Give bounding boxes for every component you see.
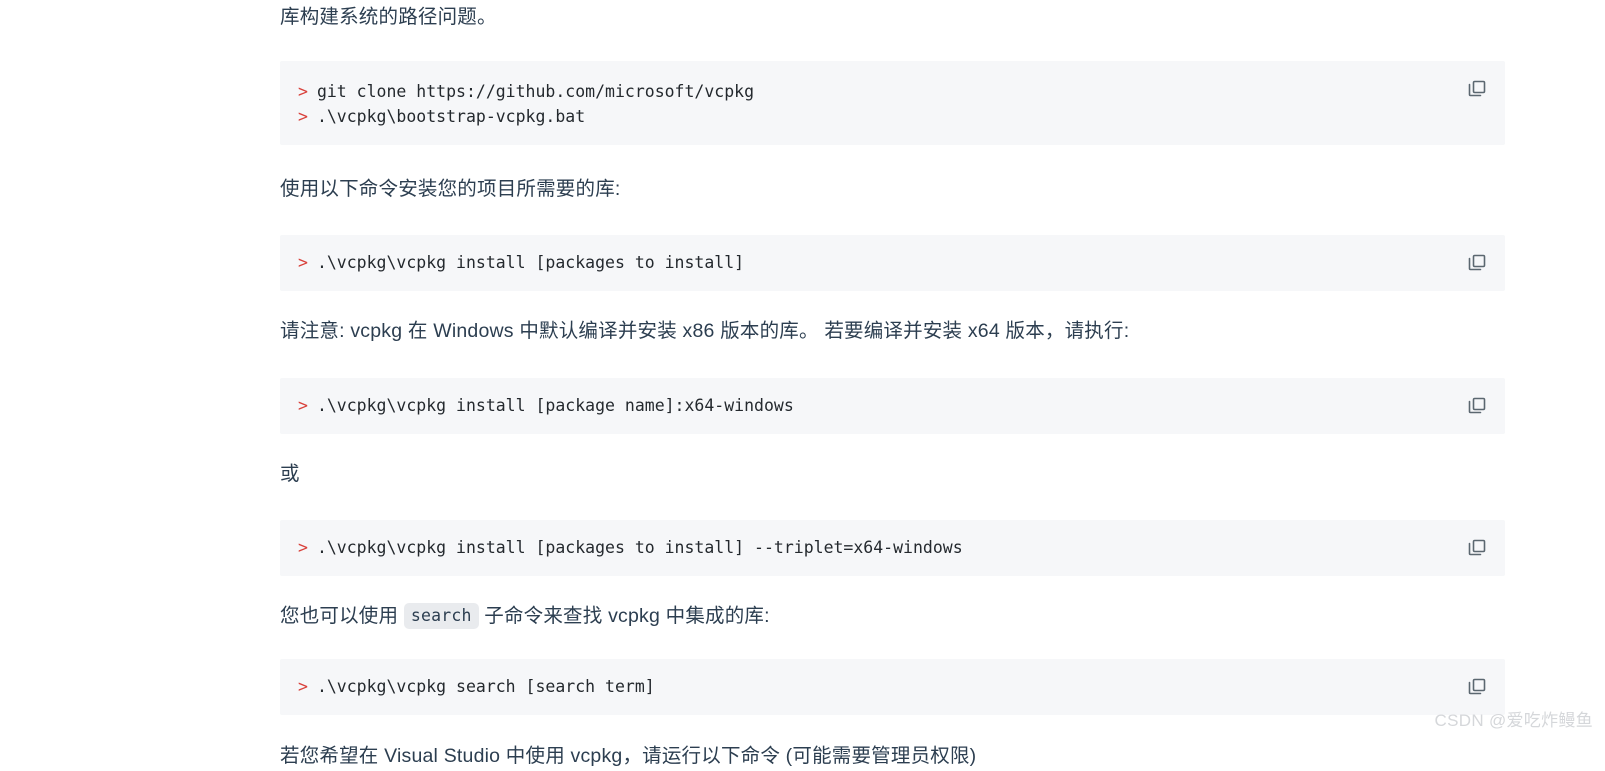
paragraph-text-before: 您也可以使用 (280, 604, 404, 627)
prompt-symbol: > (298, 677, 308, 697)
copy-icon[interactable] (1466, 78, 1488, 100)
code-text: .\vcpkg\vcpkg install [packages to insta… (316, 253, 745, 273)
code-line: > .\vcpkg\vcpkg install [packages to inst… (280, 535, 1505, 560)
prompt-symbol: > (298, 537, 308, 557)
copy-icon[interactable] (1466, 537, 1488, 559)
code-block-install-packages: > .\vcpkg\vcpkg install [packages to inst… (280, 235, 1505, 292)
prompt-symbol: > (298, 253, 308, 273)
copy-icon[interactable] (1466, 676, 1488, 698)
code-text: git clone https://github.com/microsoft/v… (316, 82, 755, 102)
code-block-install-triplet-x64: > .\vcpkg\vcpkg install [packages to inst… (280, 519, 1505, 576)
paragraph-text-after: 子命令来查找 vcpkg 中集成的库: (478, 604, 770, 627)
paragraph-or: 或 (280, 462, 300, 485)
code-line: > .\vcpkg\bootstrap-vcpkg.bat (280, 104, 1505, 129)
paragraph-search-subcommand: 您也可以使用 search 子命令来查找 vcpkg 中集成的库: (280, 601, 1505, 631)
paragraph-install-libs: 使用以下命令安装您的项目所需要的库: (280, 178, 621, 201)
code-line: > .\vcpkg\vcpkg install [package name]:x6… (280, 393, 1505, 418)
code-text: .\vcpkg\vcpkg search [search term] (316, 677, 655, 697)
code-text: .\vcpkg\bootstrap-vcpkg.bat (316, 107, 586, 127)
prompt-symbol: > (298, 395, 308, 415)
paragraph-visual-studio-integrate: 若您希望在 Visual Studio 中使用 vcpkg，请运行以下命令 (可… (280, 745, 977, 768)
paragraph-path-issue: 库构建系统的路径问题。 (280, 6, 497, 28)
prompt-symbol: > (298, 82, 308, 102)
csdn-watermark: CSDN @爱吃炸鳗鱼 (1434, 711, 1593, 730)
copy-icon[interactable] (1466, 395, 1488, 417)
paragraph-x86-x64-note: 请注意: vcpkg 在 Windows 中默认编译并安装 x86 版本的库。 … (280, 320, 1130, 343)
inline-code-search: search (403, 602, 479, 629)
code-line: > .\vcpkg\vcpkg install [packages to inst… (280, 250, 1505, 275)
code-line: > git clone https://github.com/microsoft/… (280, 79, 1505, 104)
code-block-clone-bootstrap: > git clone https://github.com/microsoft/… (280, 61, 1505, 146)
copy-icon[interactable] (1466, 252, 1488, 274)
article-body: 库构建系统的路径问题。 > git clone https://github.co… (280, 0, 1505, 771)
code-text: .\vcpkg\vcpkg install [packages to insta… (316, 537, 963, 557)
code-block-install-x64-windows: > .\vcpkg\vcpkg install [package name]:x6… (280, 377, 1505, 434)
code-line: > .\vcpkg\vcpkg search [search term] (280, 674, 1505, 699)
prompt-symbol: > (298, 107, 308, 127)
code-text: .\vcpkg\vcpkg install [package name]:x64… (316, 395, 794, 415)
code-block-search-term: > .\vcpkg\vcpkg search [search term] (280, 659, 1505, 716)
